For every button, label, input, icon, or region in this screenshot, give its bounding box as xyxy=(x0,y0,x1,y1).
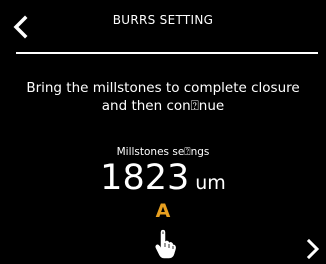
touch-hand-icon xyxy=(154,229,176,259)
millstones-value: 1823 xyxy=(100,158,190,198)
burrs-setting-screen: BURRS SETTING Bring the millstones to co… xyxy=(0,0,326,264)
millstones-unit: um xyxy=(195,172,226,194)
mode-indicator[interactable]: A xyxy=(0,200,326,222)
next-button[interactable] xyxy=(305,238,321,260)
header-divider xyxy=(16,52,318,54)
instruction-line-2: and then con⍰nue xyxy=(101,98,225,114)
instruction-line-1: Bring the millstones to complete closure xyxy=(26,80,300,96)
instruction-text: Bring the millstones to complete closure… xyxy=(10,79,316,115)
page-title: BURRS SETTING xyxy=(112,13,214,27)
chevron-right-icon xyxy=(306,238,320,260)
millstones-value-display: 1823 um xyxy=(0,156,326,200)
